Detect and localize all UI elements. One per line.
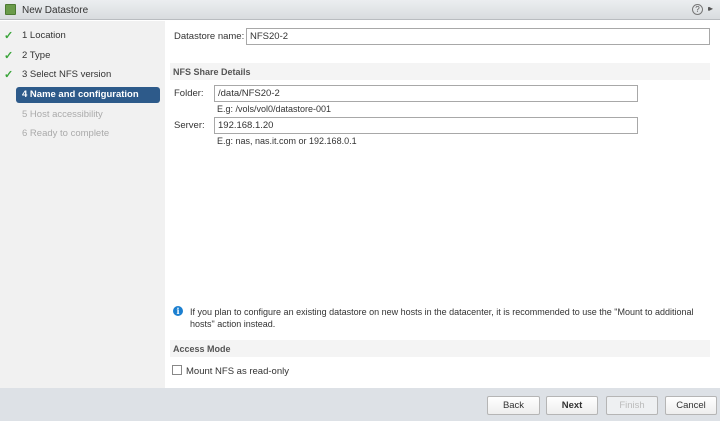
readonly-label[interactable]: Mount NFS as read-only [186, 366, 289, 377]
server-hint: E.g: nas, nas.it.com or 192.168.0.1 [217, 136, 357, 146]
access-mode-header: Access Mode [170, 340, 710, 357]
datastore-icon [5, 4, 16, 15]
check-icon: ✓ [4, 50, 14, 62]
server-input[interactable] [214, 117, 638, 134]
window-title: New Datastore [22, 5, 89, 16]
folder-input[interactable] [214, 85, 638, 102]
server-label: Server: [174, 120, 205, 131]
back-button[interactable]: Back [487, 396, 540, 415]
check-icon: ✓ [4, 69, 14, 81]
nfs-share-details-header: NFS Share Details [170, 63, 710, 80]
cancel-button[interactable]: Cancel [665, 396, 717, 415]
help-icon[interactable]: ? [692, 4, 703, 15]
title-bar: New Datastore ? ▸▸ [0, 0, 720, 20]
check-icon: ✓ [4, 30, 14, 42]
readonly-checkbox[interactable] [172, 365, 182, 375]
next-button[interactable]: Next [546, 396, 598, 415]
expand-icon[interactable]: ▸▸ [708, 4, 713, 13]
datastore-name-input[interactable] [246, 28, 710, 45]
folder-label: Folder: [174, 88, 204, 99]
info-text-line1: If you plan to configure an existing dat… [190, 307, 694, 317]
datastore-name-label: Datastore name: [174, 31, 245, 42]
finish-button: Finish [606, 396, 658, 415]
footer: Back Next Finish Cancel [0, 388, 720, 421]
wizard-steps: ✓ 1 Location ✓ 2 Type ✓ 3 Select NFS versio… [0, 21, 165, 388]
info-text-line2: hosts" action instead. [190, 319, 276, 329]
folder-hint: E.g: /vols/vol0/datastore-001 [217, 104, 332, 114]
step-name-and-configuration[interactable]: 4 Name and configuration [16, 87, 160, 103]
info-icon: i [173, 306, 183, 316]
